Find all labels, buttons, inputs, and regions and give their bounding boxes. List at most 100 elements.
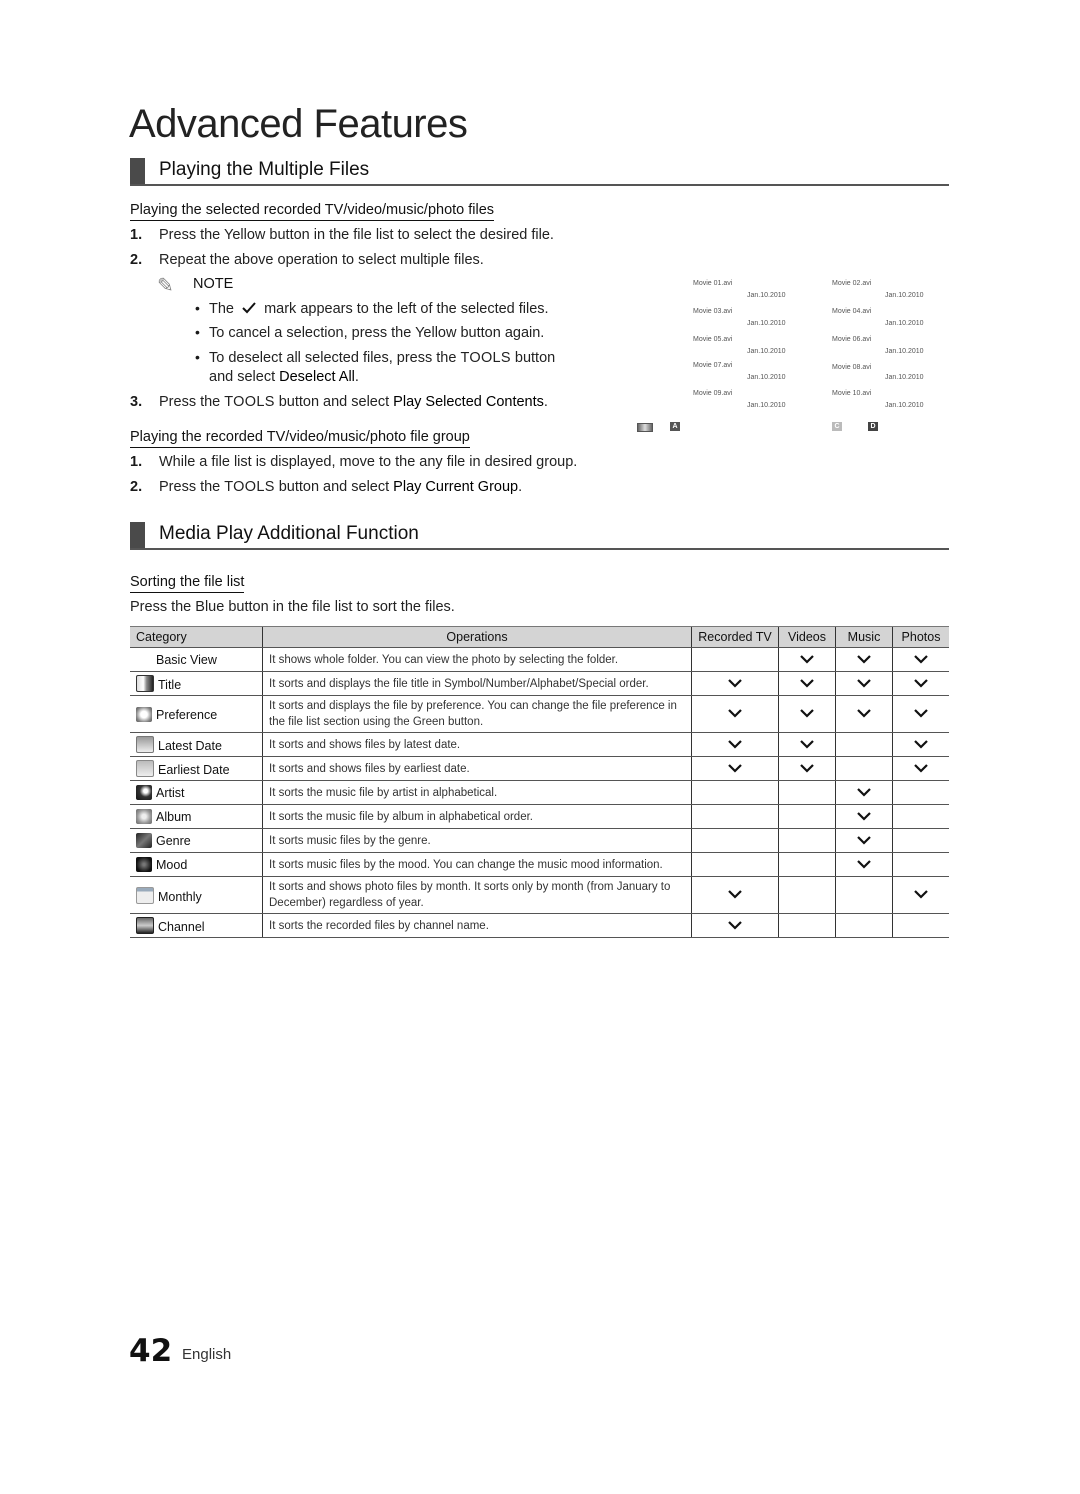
color-key-d: D	[868, 422, 878, 431]
check-chevron-icon	[800, 707, 814, 721]
file-item-date: Jan.10.2010	[885, 320, 924, 327]
category-label: Latest Date	[158, 739, 222, 753]
section-heading-additional-function: Media Play Additional Function	[130, 522, 949, 550]
cell-videos	[778, 671, 836, 696]
step-number: 1.	[130, 227, 143, 243]
step-text-part: Press the	[159, 479, 225, 495]
file-item-name[interactable]: Movie 02.avi	[832, 280, 871, 287]
file-item-date: Jan.10.2010	[747, 402, 786, 409]
category-label: Preference	[156, 707, 218, 722]
cell-operation: It sorts and shows photo files by month.…	[262, 876, 692, 914]
cell-photos	[892, 913, 949, 938]
check-chevron-icon	[800, 738, 814, 752]
step-text: Press the TOOLS button and select Play C…	[159, 478, 522, 496]
tools-keyword: TOOLS	[224, 479, 275, 495]
check-chevron-icon	[728, 707, 742, 721]
check-chevron-icon	[728, 738, 742, 752]
note-item: The mark appears to the left of the sele…	[209, 300, 549, 320]
step-number: 2.	[130, 479, 143, 495]
cell-videos	[778, 695, 836, 733]
check-chevron-icon	[857, 786, 871, 800]
bullet: •	[195, 300, 200, 316]
cell-photos	[892, 756, 949, 781]
cell-music	[835, 671, 893, 696]
cell-photos	[892, 695, 949, 733]
cell-operation: It sorts and shows files by latest date.	[262, 732, 692, 757]
check-chevron-icon	[914, 888, 928, 902]
step-text: Repeat the above operation to select mul…	[159, 252, 484, 268]
check-chevron-icon	[857, 810, 871, 824]
check-chevron-icon	[728, 762, 742, 776]
cell-recorded-tv	[691, 671, 779, 696]
table-row: Album It sorts the music file by album in…	[130, 804, 949, 829]
cell-operation: It sorts and displays the file title in …	[262, 671, 692, 696]
note-item-cont: and select Deselect All.	[209, 368, 359, 386]
cell-photos	[892, 732, 949, 757]
cell-videos	[778, 647, 836, 672]
category-label: Channel	[158, 920, 205, 934]
category-label: Artist	[156, 786, 185, 800]
table-row: Mood It sorts music files by the mood. Yo…	[130, 852, 949, 877]
check-chevron-icon	[800, 762, 814, 776]
cell-music	[835, 647, 893, 672]
table-row: Preference It sorts and displays the file…	[130, 695, 949, 733]
check-chevron-icon	[728, 677, 742, 691]
cell-videos	[778, 780, 836, 805]
cell-videos	[778, 804, 836, 829]
category-label: Earliest Date	[158, 763, 230, 777]
step-text-part: button and select	[274, 479, 394, 495]
cell-videos	[778, 756, 836, 781]
note-text: To deselect all selected files, press th…	[209, 350, 461, 366]
step-text: Press the Yellow button in the file list…	[159, 227, 554, 243]
file-item-name[interactable]: Movie 08.avi	[832, 364, 871, 371]
subheading-sorting: Sorting the file list	[130, 573, 245, 593]
check-chevron-icon	[857, 858, 871, 872]
file-item-name[interactable]: Movie 10.avi	[832, 390, 871, 397]
cell-category: Monthly	[130, 876, 263, 914]
header-videos: Videos	[778, 626, 836, 648]
check-chevron-icon	[857, 653, 871, 667]
file-item-name[interactable]: Movie 03.avi	[693, 308, 732, 315]
category-label: Genre	[156, 834, 191, 848]
section-heading-multiple-files: Playing the Multiple Files	[130, 158, 949, 186]
cell-videos	[778, 913, 836, 938]
cell-category: Latest Date	[130, 732, 263, 757]
file-item-name[interactable]: Movie 07.avi	[693, 362, 732, 369]
cell-recorded-tv	[691, 647, 779, 672]
artist-icon	[136, 785, 152, 800]
table-row: Monthly It sorts and shows photo files by…	[130, 876, 949, 914]
step-text-part: .	[543, 394, 548, 410]
file-item-name[interactable]: Movie 04.avi	[832, 308, 871, 315]
cell-music	[835, 828, 893, 853]
device-icon	[637, 423, 653, 432]
file-item-date: Jan.10.2010	[885, 402, 924, 409]
check-chevron-icon	[800, 653, 814, 667]
note-text: .	[354, 369, 359, 385]
tools-keyword: TOOLS	[224, 394, 275, 410]
cell-operation: It sorts the recorded files by channel n…	[262, 913, 692, 938]
check-chevron-icon	[800, 677, 814, 691]
cell-operation: It sorts the music file by album in alph…	[262, 804, 692, 829]
file-item-name[interactable]: Movie 05.avi	[693, 336, 732, 343]
cell-category: Basic View	[130, 647, 263, 672]
cell-photos	[892, 671, 949, 696]
cell-recorded-tv	[691, 804, 779, 829]
menu-option-play-current-group: Play Current Group	[393, 479, 519, 495]
check-chevron-icon	[914, 707, 928, 721]
check-chevron-icon	[728, 888, 742, 902]
file-item-name[interactable]: Movie 06.avi	[832, 336, 871, 343]
cell-music	[835, 804, 893, 829]
cell-photos	[892, 780, 949, 805]
bullet: •	[195, 324, 200, 340]
cell-category: Mood	[130, 852, 263, 877]
table-row: Channel It sorts the recorded files by ch…	[130, 913, 949, 938]
file-item-name[interactable]: Movie 09.avi	[693, 390, 732, 397]
page-language: English	[182, 1346, 232, 1363]
cell-photos	[892, 804, 949, 829]
cell-music	[835, 852, 893, 877]
cell-recorded-tv	[691, 732, 779, 757]
check-chevron-icon	[914, 677, 928, 691]
file-item-date: Jan.10.2010	[885, 348, 924, 355]
category-label: Monthly	[158, 889, 202, 904]
file-item-name[interactable]: Movie 01.avi	[693, 280, 732, 287]
